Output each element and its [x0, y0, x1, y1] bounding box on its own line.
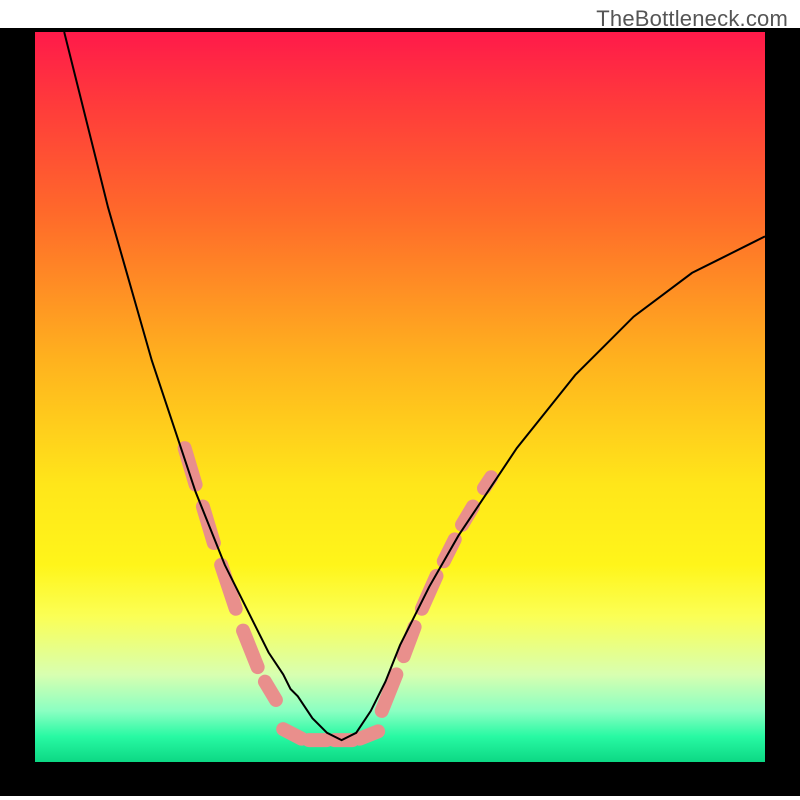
plot-area — [35, 32, 765, 762]
chart-svg — [35, 32, 765, 762]
chart-container: TheBottleneck.com — [0, 0, 800, 800]
plot-frame — [0, 28, 800, 796]
